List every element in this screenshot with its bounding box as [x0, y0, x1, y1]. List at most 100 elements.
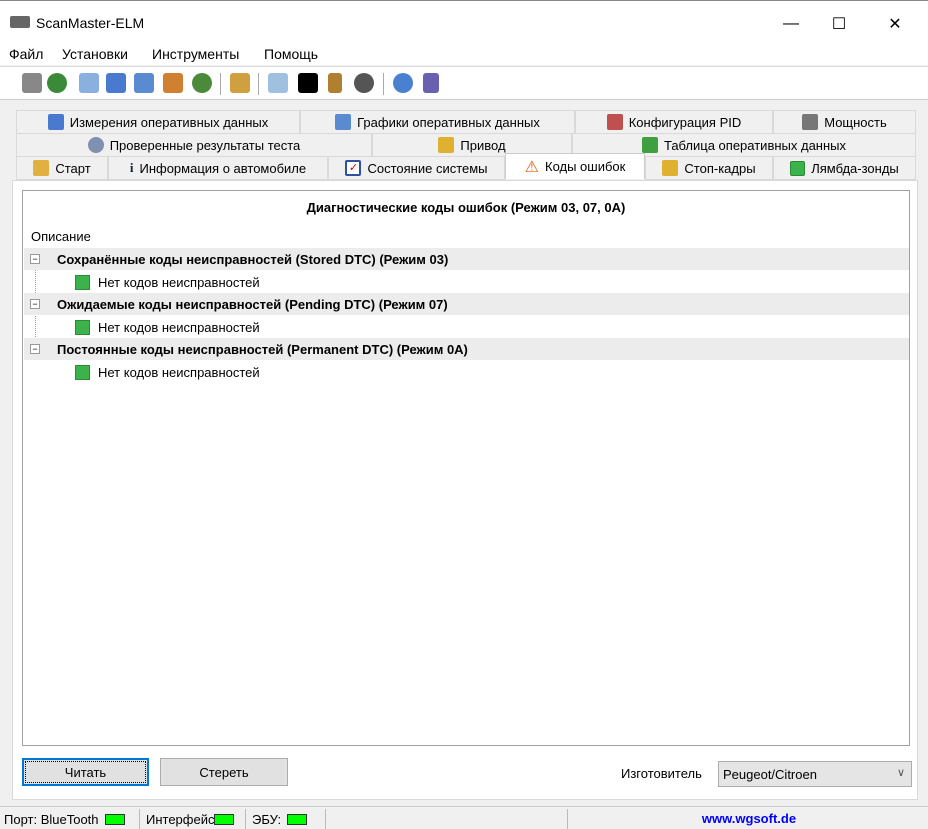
warning-icon: ⚠: [524, 158, 539, 176]
group-pending-dtc[interactable]: − Ожидаемые коды неисправностей (Pending …: [24, 293, 909, 315]
window-title: ScanMaster-ELM: [36, 15, 145, 31]
tab-label: Таблица оперативных данных: [663, 137, 847, 153]
minimize-button[interactable]: —: [768, 1, 814, 46]
manufacturer-value: Peugeot/Citroen: [723, 767, 817, 782]
device-icon[interactable]: [328, 73, 342, 93]
list-item[interactable]: Нет кодов неисправностей: [75, 271, 260, 293]
tab-oxygen-sensors[interactable]: Лямбда-зонды: [773, 156, 916, 180]
ok-icon: [75, 364, 90, 380]
exit-icon[interactable]: [423, 73, 439, 93]
globe-icon[interactable]: [47, 73, 67, 93]
status-bar: Порт: BlueTooth Интерфейс: ЭБУ: www.wgso…: [0, 806, 928, 829]
chip-icon: [802, 114, 819, 130]
menu-settings[interactable]: Установки: [62, 46, 128, 62]
collapse-icon[interactable]: −: [30, 254, 40, 264]
interface-label: Интерфейс:: [146, 811, 219, 827]
interface-led: [214, 813, 235, 825]
info-icon: i: [129, 160, 134, 175]
tab-pid-config[interactable]: Конфигурация PID: [575, 110, 773, 134]
list-item[interactable]: Нет кодов неисправностей: [75, 316, 260, 338]
gear-icon: [87, 137, 104, 153]
group-permanent-dtc[interactable]: − Постоянные коды неисправностей (Permane…: [24, 338, 909, 360]
manufacturer-label: Изготовитель: [621, 766, 702, 781]
tab-trouble-codes[interactable]: ⚠ Коды ошибок: [505, 153, 645, 179]
item-label: Нет кодов неисправностей: [98, 274, 260, 290]
list-item[interactable]: Нет кодов неисправностей: [75, 361, 260, 383]
group-label: Сохранённые коды неисправностей (Stored …: [57, 251, 449, 267]
document-icon: [606, 114, 623, 130]
table-icon: [641, 137, 658, 153]
port-led: [104, 813, 125, 825]
maximize-button[interactable]: ☐: [816, 1, 862, 46]
item-label: Нет кодов неисправностей: [98, 319, 260, 335]
report-icon[interactable]: [79, 73, 99, 93]
website-link[interactable]: www.wgsoft.de: [570, 811, 928, 826]
title-bar: ScanMaster-ELM — ☐ ✕: [0, 0, 928, 45]
search-window-icon[interactable]: [268, 73, 288, 93]
toolbar-separator: [258, 73, 259, 95]
port-label: Порт: BlueTooth: [4, 811, 99, 827]
status-interface: Интерфейс:: [142, 809, 246, 829]
clear-button[interactable]: Стереть: [160, 758, 288, 786]
manufacturer-select[interactable]: Peugeot/Citroen ∨: [718, 761, 912, 787]
tab-live-graphs[interactable]: Графики оперативных данных: [300, 110, 575, 134]
tab-power[interactable]: Мощность: [773, 110, 916, 134]
clipboard-icon[interactable]: [230, 73, 250, 93]
collapse-icon[interactable]: −: [30, 299, 40, 309]
tab-label: Измерения оперативных данных: [69, 114, 269, 130]
ok-icon: [75, 319, 90, 335]
tab-label: Состояние системы: [367, 160, 488, 176]
grid-icon[interactable]: [106, 73, 126, 93]
terminal-icon[interactable]: [298, 73, 318, 93]
user-icon[interactable]: [192, 73, 212, 93]
menu-tools[interactable]: Инструменты: [152, 46, 239, 62]
panel-title: Диагностические коды ошибок (Режим 03, 0…: [306, 200, 626, 215]
collapse-icon[interactable]: −: [30, 344, 40, 354]
windows-icon[interactable]: [163, 73, 183, 93]
tab-label: Лямбда-зонды: [811, 160, 899, 176]
checkbox-icon: ✓: [345, 160, 362, 176]
actuator-icon: [662, 160, 679, 176]
tab-label: Стоп-кадры: [684, 160, 756, 176]
info-icon[interactable]: [393, 73, 413, 93]
connect-icon[interactable]: [22, 73, 42, 93]
menu-help[interactable]: Помощь: [264, 46, 318, 62]
tab-label: Мощность: [824, 114, 887, 130]
dtc-tree: Диагностические коды ошибок (Режим 03, 0…: [22, 190, 910, 746]
group-label: Ожидаемые коды неисправностей (Pending D…: [57, 296, 448, 312]
tab-label: Информация о автомобиле: [139, 160, 307, 176]
tab-label: Конфигурация PID: [628, 114, 742, 130]
tab-vehicle-info[interactable]: i Информация о автомобиле: [108, 156, 328, 180]
chevron-down-icon: ∨: [896, 767, 905, 779]
read-button[interactable]: Читать: [22, 758, 149, 786]
ecu-label: ЭБУ:: [252, 811, 282, 827]
column-header-description[interactable]: Описание: [31, 229, 91, 244]
group-label: Постоянные коды неисправностей (Permanen…: [57, 341, 468, 357]
ok-icon: [75, 274, 90, 290]
app-icon: [10, 16, 30, 28]
actuator-icon: [438, 137, 455, 153]
chart-icon: [335, 114, 352, 130]
tab-system-status[interactable]: ✓ Состояние системы: [328, 156, 505, 180]
tab-start[interactable]: Старт: [16, 156, 108, 180]
group-stored-dtc[interactable]: − Сохранённые коды неисправностей (Stored…: [24, 248, 909, 270]
chart-icon[interactable]: [134, 73, 154, 93]
tab-label: Привод: [460, 137, 506, 153]
close-button[interactable]: ✕: [872, 1, 918, 46]
gauge-icon[interactable]: [354, 73, 374, 93]
tab-test-results[interactable]: Проверенные результаты теста: [16, 133, 372, 157]
item-label: Нет кодов неисправностей: [98, 364, 260, 380]
status-empty: [328, 809, 568, 829]
status-ecu: ЭБУ:: [248, 809, 326, 829]
home-icon: [33, 160, 50, 176]
menu-file[interactable]: Файл: [9, 46, 43, 62]
tab-live-measurements[interactable]: Измерения оперативных данных: [16, 110, 300, 134]
tab-label: Старт: [55, 160, 91, 176]
grid-icon: [47, 114, 64, 130]
toolbar-separator: [220, 73, 221, 95]
toolbar: [0, 66, 928, 100]
toolbar-separator: [383, 73, 384, 95]
tab-freeze-frames[interactable]: Стоп-кадры: [645, 156, 773, 180]
status-port: Порт: BlueTooth: [0, 809, 140, 829]
tab-label: Коды ошибок: [545, 159, 626, 174]
